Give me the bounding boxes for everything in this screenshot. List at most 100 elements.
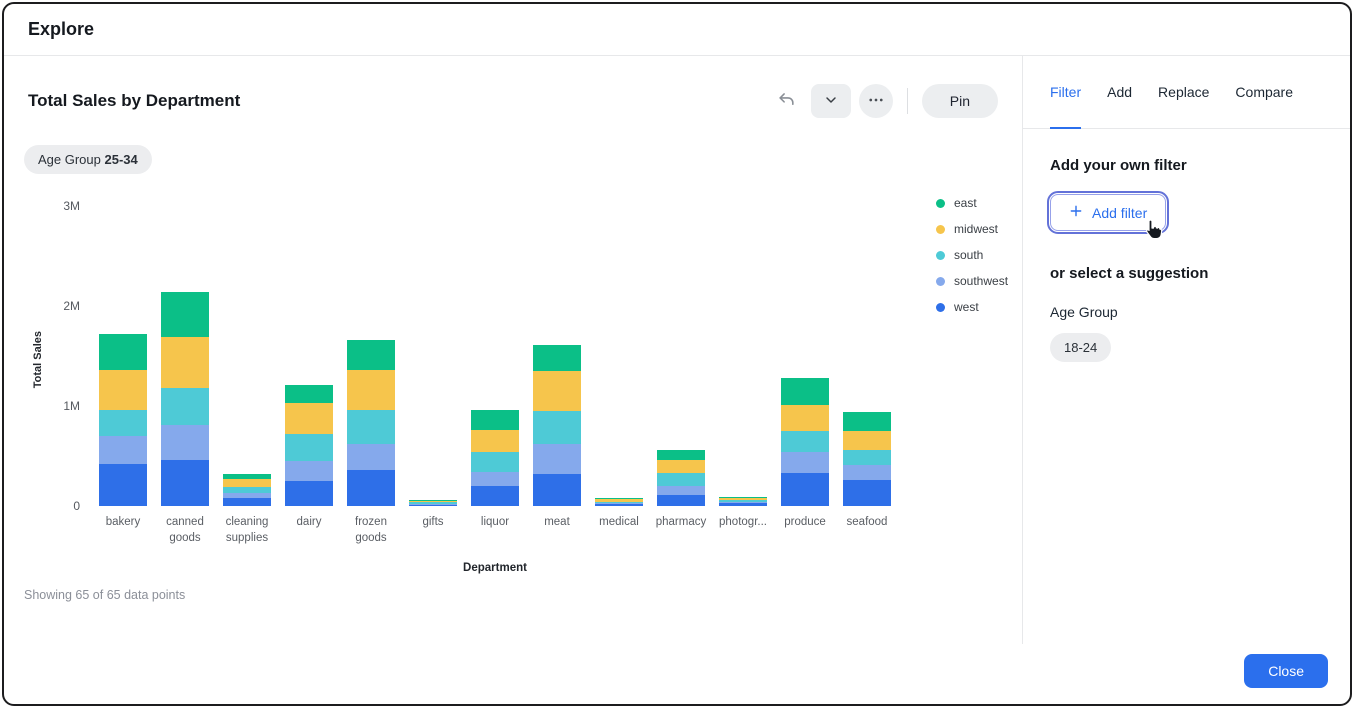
segment-southwest-dairy[interactable] [285, 461, 333, 481]
toolbar-divider [907, 88, 908, 114]
chart-legend: east midwest south southwest west [936, 196, 1008, 574]
segment-west-meat[interactable] [533, 474, 581, 506]
x-tick-label: meat [526, 515, 588, 546]
segment-west-canned-goods[interactable] [161, 460, 209, 506]
bar-seafood[interactable] [836, 412, 898, 506]
segment-southwest-canned-goods[interactable] [161, 425, 209, 460]
segment-west-cleaning-supplies[interactable] [223, 498, 271, 506]
bar-medical[interactable] [588, 498, 650, 506]
segment-east-meat[interactable] [533, 345, 581, 371]
pin-button[interactable]: Pin [922, 84, 998, 118]
y-tick-label: 3M [63, 200, 80, 212]
explore-window: Explore Total Sales by Department [2, 2, 1352, 706]
legend-label: midwest [954, 222, 998, 236]
add-filter-wrap: Add filter [1050, 194, 1166, 231]
segment-east-canned-goods[interactable] [161, 292, 209, 337]
segment-east-liquor[interactable] [471, 410, 519, 430]
legend-item-southwest[interactable]: southwest [936, 274, 1008, 288]
bar-gifts[interactable] [402, 500, 464, 506]
tab-replace[interactable]: Replace [1158, 56, 1209, 128]
tab-add[interactable]: Add [1107, 56, 1132, 128]
chart-section: Total Sales by Department [4, 56, 1022, 704]
segment-east-dairy[interactable] [285, 385, 333, 403]
undo-button[interactable] [771, 84, 803, 118]
bar-stack [781, 378, 829, 506]
segment-southwest-meat[interactable] [533, 444, 581, 474]
bar-cleaning-supplies[interactable] [216, 474, 278, 506]
segment-midwest-dairy[interactable] [285, 403, 333, 434]
suggestion-chip-18-24[interactable]: 18-24 [1050, 333, 1111, 362]
bar-stack [471, 410, 519, 506]
segment-south-seafood[interactable] [843, 450, 891, 465]
chart-title: Total Sales by Department [28, 91, 240, 111]
filter-chip-age-group[interactable]: Age Group 25-34 [24, 145, 152, 174]
bar-frozen-goods[interactable] [340, 340, 402, 506]
bar-bakery[interactable] [92, 334, 154, 506]
segment-west-photogr[interactable] [719, 503, 767, 506]
ellipsis-icon [867, 91, 885, 112]
segment-southwest-pharmacy[interactable] [657, 486, 705, 495]
segment-southwest-liquor[interactable] [471, 472, 519, 486]
segment-west-produce[interactable] [781, 473, 829, 506]
segment-southwest-bakery[interactable] [99, 436, 147, 464]
segment-midwest-frozen-goods[interactable] [347, 370, 395, 410]
segment-midwest-canned-goods[interactable] [161, 337, 209, 388]
segment-midwest-meat[interactable] [533, 371, 581, 411]
bar-meat[interactable] [526, 345, 588, 506]
bar-stack [595, 498, 643, 506]
bar-canned-goods[interactable] [154, 292, 216, 506]
x-tick-label: dairy [278, 515, 340, 546]
segment-south-meat[interactable] [533, 411, 581, 444]
undo-dropdown-button[interactable] [811, 84, 851, 118]
segment-midwest-pharmacy[interactable] [657, 460, 705, 473]
segment-midwest-seafood[interactable] [843, 431, 891, 450]
more-options-button[interactable] [859, 84, 893, 118]
segment-south-bakery[interactable] [99, 410, 147, 436]
segment-west-liquor[interactable] [471, 486, 519, 506]
legend-item-midwest[interactable]: midwest [936, 222, 1008, 236]
segment-west-pharmacy[interactable] [657, 495, 705, 506]
segment-west-frozen-goods[interactable] [347, 470, 395, 506]
segment-midwest-bakery[interactable] [99, 370, 147, 410]
legend-item-south[interactable]: south [936, 248, 1008, 262]
bar-stack [285, 385, 333, 506]
page-title: Explore [28, 19, 94, 40]
bar-stack [223, 474, 271, 506]
segment-south-pharmacy[interactable] [657, 473, 705, 486]
segment-midwest-produce[interactable] [781, 405, 829, 431]
segment-south-liquor[interactable] [471, 452, 519, 472]
segment-southwest-seafood[interactable] [843, 465, 891, 480]
segment-south-dairy[interactable] [285, 434, 333, 461]
segment-west-bakery[interactable] [99, 464, 147, 506]
legend-item-east[interactable]: east [936, 196, 1008, 210]
legend-item-west[interactable]: west [936, 300, 1008, 314]
bar-produce[interactable] [774, 378, 836, 506]
bar-dairy[interactable] [278, 385, 340, 506]
segment-west-seafood[interactable] [843, 480, 891, 506]
segment-south-produce[interactable] [781, 431, 829, 452]
segment-east-frozen-goods[interactable] [347, 340, 395, 370]
bar-pharmacy[interactable] [650, 450, 712, 506]
bar-stack [161, 292, 209, 506]
segment-east-produce[interactable] [781, 378, 829, 405]
bar-photogr[interactable] [712, 497, 774, 506]
close-button[interactable]: Close [1244, 654, 1328, 688]
tab-compare[interactable]: Compare [1235, 56, 1293, 128]
segment-east-seafood[interactable] [843, 412, 891, 431]
bar-liquor[interactable] [464, 410, 526, 506]
segment-south-frozen-goods[interactable] [347, 410, 395, 444]
chart-header-row: Total Sales by Department [4, 56, 1022, 118]
segment-south-canned-goods[interactable] [161, 388, 209, 425]
tab-filter[interactable]: Filter [1050, 56, 1081, 128]
plus-icon [1069, 204, 1083, 221]
segment-west-dairy[interactable] [285, 481, 333, 506]
x-tick-label: canned goods [154, 515, 216, 546]
segment-east-bakery[interactable] [99, 334, 147, 370]
segment-southwest-produce[interactable] [781, 452, 829, 473]
segment-midwest-cleaning-supplies[interactable] [223, 479, 271, 487]
segment-west-gifts[interactable] [409, 505, 457, 506]
segment-midwest-liquor[interactable] [471, 430, 519, 452]
segment-east-pharmacy[interactable] [657, 450, 705, 460]
segment-southwest-frozen-goods[interactable] [347, 444, 395, 470]
segment-west-medical[interactable] [595, 504, 643, 506]
